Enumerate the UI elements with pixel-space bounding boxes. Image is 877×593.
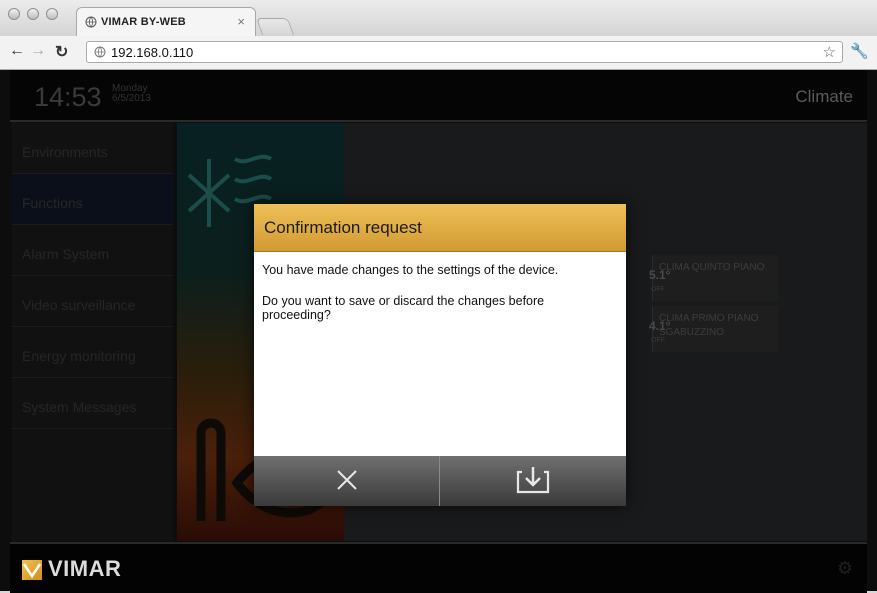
save-download-icon (516, 467, 550, 494)
address-bar[interactable]: 192.168.0.110 ☆ (86, 41, 843, 63)
forward-arrow-icon[interactable]: → (30, 42, 46, 60)
zoom-window-button[interactable] (46, 8, 58, 20)
settings-gear-icon[interactable]: ⚙ (837, 558, 853, 579)
sidebar-item-video-surveillance[interactable]: Video surveillance (12, 276, 173, 327)
discard-button[interactable] (254, 456, 440, 506)
url-text: 192.168.0.110 (111, 45, 194, 60)
dialog-message: You have made changes to the settings of… (262, 263, 559, 277)
site-info-icon[interactable] (94, 46, 106, 58)
sidebar: Environments Functions Alarm System Vide… (12, 123, 173, 541)
close-window-button[interactable] (8, 8, 20, 20)
minimize-window-button[interactable] (27, 8, 39, 20)
dialog-header: Confirmation request (254, 204, 626, 252)
tab-title: VIMAR BY-WEB (101, 16, 186, 28)
back-arrow-icon[interactable]: ← (9, 42, 25, 60)
device-card[interactable]: 4.1° OFF CLIMA PRIMO PIANO SGABUZZINO (649, 306, 778, 352)
vimar-logo-icon (22, 560, 42, 580)
dialog-actions (254, 456, 626, 506)
browser-tab[interactable]: VIMAR BY-WEB × (76, 7, 256, 36)
tab-close-icon[interactable]: × (237, 14, 245, 29)
browser-toolbar: ← → ↻ 192.168.0.110 ☆ 🔧 (0, 36, 877, 70)
clock-date: Monday 6/5/2013 (112, 84, 151, 104)
close-icon (337, 470, 357, 490)
section-title: Climate (795, 87, 853, 106)
app-footer: VIMAR ⚙ (10, 542, 867, 593)
device-name: CLIMA QUINTO PIANO (659, 262, 765, 273)
confirmation-dialog: Confirmation request You have made chang… (254, 204, 626, 506)
globe-icon (85, 16, 97, 28)
dialog-title: Confirmation request (264, 218, 422, 237)
wrench-menu-icon[interactable]: 🔧 (850, 42, 869, 60)
reload-icon[interactable]: ↻ (55, 42, 68, 62)
sidebar-item-energy-monitoring[interactable]: Energy monitoring (12, 327, 173, 378)
sidebar-item-alarm-system[interactable]: Alarm System (12, 225, 173, 276)
device-state: OFF (651, 286, 665, 293)
brand-logo-text: VIMAR (48, 556, 122, 581)
device-name: CLIMA PRIMO PIANO SGABUZZINO (659, 313, 759, 338)
clock-time: 14:53 (34, 82, 102, 112)
clock-fulldate: 6/5/2013 (112, 93, 151, 104)
dialog-question: Do you want to save or discard the chang… (262, 294, 545, 322)
save-button[interactable] (440, 456, 625, 506)
dialog-body: You have made changes to the settings of… (254, 252, 626, 456)
bookmark-star-icon[interactable]: ☆ (823, 43, 836, 61)
sidebar-item-functions[interactable]: Functions (12, 174, 173, 225)
browser-titlebar: VIMAR BY-WEB × (0, 0, 877, 37)
sidebar-item-environments[interactable]: Environments (12, 123, 173, 174)
app-header: 14:53 Monday 6/5/2013 Climate (10, 70, 867, 122)
sidebar-item-system-messages[interactable]: System Messages (12, 378, 173, 429)
device-card[interactable]: 5.1° OFF CLIMA QUINTO PIANO (649, 255, 778, 301)
new-tab-button[interactable] (255, 18, 295, 35)
